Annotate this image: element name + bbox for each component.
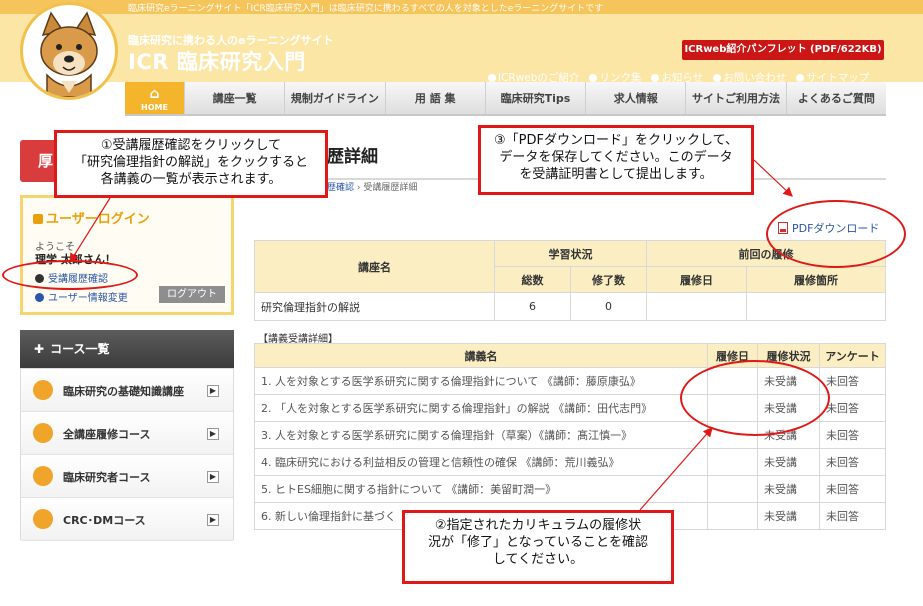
site-header: 臨床研究に携わる人のeラーニングサイト ICR 臨床研究入門 ICRweb紹介パ… (0, 14, 923, 84)
col-total: 総数 (494, 266, 571, 293)
top-info-text: 臨床研究eラーニングサイト「ICR臨床研究入門」は臨床研究に携わるすべての人を対… (128, 4, 604, 14)
arrow-circle-icon (488, 73, 496, 82)
breadcrumb-current: › 受講履歴詳細 (356, 183, 418, 193)
breadcrumb-link[interactable]: 歴確認 (327, 183, 354, 193)
col-survey: アンケート (819, 343, 886, 368)
bullet-arrow-icon (35, 293, 44, 302)
table-row[interactable]: 4. 臨床研究における利益相反の管理と信頼性の確保 《講師：荒川義弘》 未受講 … (254, 448, 886, 476)
nav-home-label: HOME (141, 103, 168, 112)
lecture-status: 未受講 (757, 502, 820, 530)
annotation-step-1: ①受講履歴確認をクリックして 「研究倫理指針の解説」をクックすると 各講義の一覧… (54, 130, 328, 198)
lecture-survey: 未回答 (819, 475, 886, 503)
pamphlet-button[interactable]: ICRweb紹介パンフレット (PDF/622KB) (682, 40, 884, 60)
total-count: 6 (494, 292, 571, 321)
book-icon (33, 380, 53, 400)
lecture-status: 未受講 (757, 448, 820, 476)
user-info-link[interactable]: ユーザー情報変更 (35, 289, 128, 304)
col-date: 履修日 (646, 266, 747, 293)
col-place: 履修箇所 (746, 266, 886, 293)
course-item-all[interactable]: 全講座履修コース ▶ (21, 412, 233, 455)
arrow-circle-icon (651, 73, 660, 82)
course-item-basic[interactable]: 臨床研究の基礎知識講座 ▶ (21, 369, 233, 412)
lecture-date (707, 475, 758, 503)
nav-jobs[interactable]: 求人情報 (586, 82, 687, 114)
arrow-circle-icon (796, 73, 805, 82)
book-icon (33, 423, 53, 443)
person-icon (33, 509, 53, 529)
lecture-date (707, 448, 758, 476)
logout-button[interactable]: ログアウト (159, 286, 225, 303)
nav-faq[interactable]: よくあるご質問 (787, 82, 886, 114)
course-list: 臨床研究の基礎知識講座 ▶ 全講座履修コース ▶ 臨床研究者コース ▶ CRC･… (20, 368, 234, 541)
highlight-ellipse-history (2, 260, 138, 290)
annotation-step-3: ③「PDFダウンロード」をクリックして、 データを保存してください。このデータ … (478, 125, 754, 195)
course-item-crc-dm[interactable]: CRC･DMコース ▶ (21, 498, 233, 541)
annotation-step-2: ②指定されたカリキュラムの履修状 況が「修了」となっていることを確認 してくださ… (402, 510, 674, 584)
lecture-date (707, 502, 758, 530)
col-course: 講座名 (254, 240, 495, 293)
lecture-name[interactable]: 3. 人を対象とする医学系研究に関する倫理指針（草案）《講師：髙江慎一》 (254, 421, 708, 449)
col-status: 学習状況 (494, 240, 647, 267)
col-lecture: 講義名 (254, 343, 708, 368)
arrow-circle-icon (589, 73, 598, 82)
dog-mascot-icon (40, 11, 98, 97)
nav-regulations[interactable]: 規制ガイドライン (285, 82, 386, 114)
highlight-ellipse-pdf (766, 200, 906, 268)
course-item-researcher[interactable]: 臨床研究者コース ▶ (21, 455, 233, 498)
lecture-survey: 未回答 (819, 448, 886, 476)
logo-mascot[interactable] (20, 2, 118, 100)
last-place (746, 292, 886, 321)
nav-tips[interactable]: 臨床研究Tips (486, 82, 587, 114)
chevron-right-icon: ▶ (207, 514, 219, 526)
lecture-name[interactable]: 5. ヒトES細胞に関する指針について 《講師：美留町潤一》 (254, 475, 708, 503)
lecture-survey: 未回答 (819, 421, 886, 449)
lock-icon (33, 214, 43, 224)
table-row[interactable]: 研究倫理指針の解説 6 0 (254, 292, 886, 321)
home-icon: ⌂ (149, 86, 160, 102)
chevron-right-icon: ▶ (207, 471, 219, 483)
person-icon (33, 466, 53, 486)
user-login-box: ユーザーログイン ようこそ 理学 太郎さん！ 受講履歴確認 ユーザー情報変更 ロ… (20, 195, 234, 315)
table-row[interactable]: 5. ヒトES細胞に関する指針について 《講師：美留町潤一》 未受講 未回答 (254, 475, 886, 503)
lecture-status: 未受講 (757, 475, 820, 503)
nav-usage[interactable]: サイトご利用方法 (686, 82, 787, 114)
col-done: 修了数 (570, 266, 647, 293)
lecture-name[interactable]: 4. 臨床研究における利益相反の管理と信頼性の確保 《講師：荒川義弘》 (254, 448, 708, 476)
arrow-circle-icon (713, 73, 722, 82)
lecture-survey: 未回答 (819, 367, 886, 395)
done-count: 0 (570, 292, 647, 321)
breadcrumb: 歴確認 › 受講履歴詳細 (327, 180, 417, 193)
nav-course-list[interactable]: 講座一覧 (185, 82, 286, 114)
chevron-right-icon: ▶ (207, 428, 219, 440)
top-info-bar: 臨床研究eラーニングサイト「ICR臨床研究入門」は臨床研究に携わるすべての人を対… (0, 0, 923, 14)
highlight-ellipse-status (680, 360, 830, 436)
course-list-header: ✚ コース一覧 (20, 330, 234, 368)
course-list-icon: ✚ (34, 342, 45, 356)
chevron-right-icon: ▶ (207, 385, 219, 397)
lecture-name[interactable]: 2. 「人を対象とする医学系研究に関する倫理指針」の解説 《講師：田代志門》 (254, 394, 708, 422)
global-nav: ⌂ HOME 講座一覧 規制ガイドライン 用 語 集 臨床研究Tips 求人情報… (125, 82, 886, 116)
last-date (646, 292, 747, 321)
lecture-name[interactable]: 1. 人を対象とする医学系研究に関する倫理指針について 《講師：藤原康弘》 (254, 367, 708, 395)
site-brand[interactable]: ICR 臨床研究入門 (128, 46, 306, 76)
page-title: 歴詳細 (327, 147, 378, 167)
lecture-survey: 未回答 (819, 502, 886, 530)
nav-home[interactable]: ⌂ HOME (125, 82, 185, 114)
nav-glossary[interactable]: 用 語 集 (386, 82, 486, 114)
course-name-link[interactable]: 研究倫理指針の解説 (254, 292, 495, 321)
login-title: ユーザーログイン (33, 208, 150, 227)
